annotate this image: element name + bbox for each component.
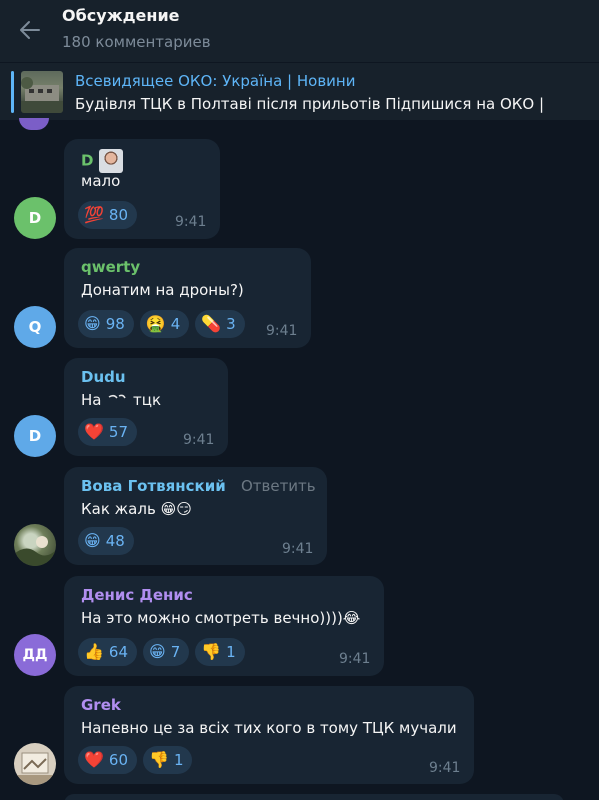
reaction-hundred[interactable]: 💯 80 [78, 201, 138, 229]
message-time: 9:41 [282, 541, 314, 557]
reactions-row: 😁 98 🤮 4 💊 3 [78, 310, 245, 338]
message-bubble: Dudu На тцк ❤️ 57 9:41 [64, 358, 228, 456]
message-time: 9:41 [266, 323, 298, 339]
grin-icon: 😁 [84, 531, 101, 550]
reaction-count: 1 [173, 751, 184, 769]
message-text: На тцк [81, 391, 161, 409]
reaction-heart[interactable]: ❤️ 60 [78, 746, 138, 774]
reaction-grin[interactable]: 😁 48 [78, 527, 134, 555]
message-time: 9:41 [339, 651, 371, 667]
hundred-points-icon: 💯 [84, 205, 104, 224]
sender-name[interactable]: Dudu [81, 368, 126, 386]
source-post-text: Будівля ТЦК в Полтаві після прильотів Пі… [75, 95, 545, 113]
post-thumbnail [21, 71, 63, 113]
reaction-count: 7 [170, 643, 181, 661]
message-bubble: Вова Готвянский Ответить Как жаль 😁😏 😁 4… [64, 467, 327, 565]
message-text: Как жаль 😁😏 [81, 500, 192, 518]
reaction-count: 4 [170, 315, 181, 333]
reaction-count: 64 [108, 643, 129, 661]
heart-icon: ❤️ [84, 422, 104, 441]
message-time: 9:41 [183, 432, 215, 448]
reactions-row: 💯 80 [78, 201, 138, 229]
reaction-grin[interactable]: 😁 7 [143, 638, 190, 666]
profile-photo-icon [98, 149, 123, 173]
sender-name[interactable]: Вова Готвянский Ответить [81, 477, 316, 495]
reaction-heart[interactable]: ❤️ 57 [78, 418, 138, 446]
message-time: 9:41 [175, 214, 207, 230]
avatar[interactable]: D [14, 197, 56, 239]
sender-name[interactable]: Grek [81, 696, 121, 714]
message-text-end: тцк [133, 391, 162, 409]
thumbs-down-icon: 👎 [149, 750, 169, 769]
sender-name[interactable]: D [81, 149, 123, 173]
sender-name-text: D [81, 151, 94, 170]
reaction-pill[interactable]: 💊 3 [195, 310, 245, 338]
pill-icon: 💊 [201, 314, 222, 333]
reactions-row: 👍 64 😁 7 👎 1 [78, 638, 245, 666]
reactions-row: ❤️ 60 👎 1 [78, 746, 193, 774]
sender-name[interactable]: Денис Денис [81, 586, 193, 604]
photo-avatar-icon [14, 536, 56, 566]
photo-avatar-icon [14, 752, 56, 785]
message-text: Напевно це за всіх тих кого в тому ТЦК м… [81, 719, 457, 737]
reaction-thumbs-down[interactable]: 👎 1 [143, 746, 193, 774]
reaction-grin[interactable]: 😁 98 [78, 310, 134, 338]
chat-title: Обсуждение [62, 6, 180, 25]
grin-icon: 😁 [84, 314, 101, 333]
message-text: Донатим на дроны?) [81, 281, 244, 299]
message-bubble: Денис Денис На это можно смотреть вечно)… [64, 576, 384, 676]
avatar[interactable] [14, 524, 56, 566]
reaction-count: 3 [226, 315, 236, 333]
message-bubble: Grek Напевно це за всіх тих кого в тому … [64, 686, 474, 784]
grin-icon: 😁 [149, 642, 166, 661]
source-channel-name: Всевидящее ОКО: Україна | Новини [75, 72, 356, 90]
reply-button[interactable]: Ответить [241, 477, 316, 495]
sender-name[interactable]: qwerty [81, 258, 140, 276]
reaction-count: 60 [108, 751, 129, 769]
sender-name-text: Вова Готвянский [81, 477, 226, 495]
source-post-banner[interactable]: Всевидящее ОКО: Україна | Новини Будівля… [0, 62, 599, 120]
pinned-accent-bar [11, 71, 14, 113]
comment-count: 180 комментариев [62, 33, 211, 51]
heart-icon: ❤️ [84, 750, 104, 769]
avatar[interactable]: ДД [14, 634, 56, 676]
avatar[interactable]: Q [14, 306, 56, 348]
arrow-left-icon [20, 21, 40, 39]
message-text-start: На [81, 391, 102, 409]
partial-avatar [19, 118, 49, 130]
avatar[interactable] [14, 743, 56, 785]
message-text: На это можно смотреть вечно))))😂 [81, 609, 361, 627]
reaction-count: 57 [108, 423, 129, 441]
thumbs-down-icon: 👎 [201, 642, 222, 661]
message-time: 9:41 [429, 760, 461, 776]
reactions-row: ❤️ 57 [78, 418, 138, 446]
next-message-bubble-edge [64, 794, 564, 800]
chat-header: Обсуждение 180 комментариев [0, 0, 599, 62]
reaction-thumbs-down[interactable]: 👎 1 [195, 638, 245, 666]
reaction-count: 80 [108, 206, 129, 224]
message-bubble: qwerty Донатим на дроны?) 😁 98 🤮 4 💊 3 9… [64, 248, 311, 348]
censored-blot [108, 394, 126, 398]
message-bubble: D мало 💯 80 9:41 [64, 139, 220, 239]
message-text: мало [81, 172, 121, 190]
vomit-face-icon: 🤮 [145, 314, 166, 333]
reaction-thumbs-up[interactable]: 👍 64 [78, 638, 138, 666]
reaction-count: 1 [226, 643, 236, 661]
reaction-vomit[interactable]: 🤮 4 [139, 310, 190, 338]
back-button[interactable] [14, 14, 46, 46]
reaction-count: 48 [105, 532, 125, 550]
avatar[interactable]: D [14, 415, 56, 457]
reactions-row: 😁 48 [78, 527, 134, 555]
thumbs-up-icon: 👍 [84, 642, 104, 661]
reaction-count: 98 [105, 315, 125, 333]
